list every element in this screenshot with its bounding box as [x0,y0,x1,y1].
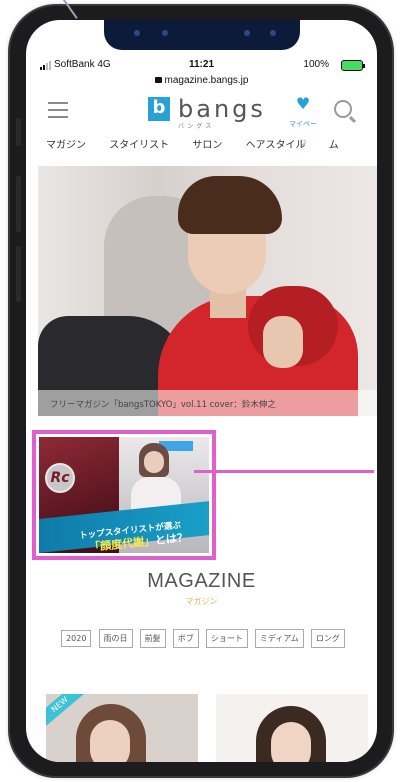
promo-banner[interactable]: Rc トップスタイリストが選ぶ 「顔度代謝」とは？ [32,430,216,560]
promo-logo: Rc [45,463,75,493]
volume-up-button [16,176,21,232]
tag-short[interactable]: ショート [205,629,248,648]
sensor-dot [134,30,140,36]
nav-item-more[interactable]: ム [329,136,339,151]
tag-rainy-day[interactable]: 雨の日 [98,629,133,648]
logo-mark: b [148,97,170,121]
site-logo[interactable]: b bangs バングス [148,95,266,130]
status-bar: SoftBank 4G 11:21 100% [26,58,377,74]
article-thumbnail[interactable]: NEW [46,694,198,762]
sensor-dot [270,30,276,36]
tag-list: 2020 雨の日 前髪 ボブ ショート ミディアム ロング [48,626,358,654]
heart-icon: ♥ [295,94,311,113]
tag-bangs[interactable]: 前髪 [139,629,166,648]
url-text: magazine.bangs.jp [164,75,249,86]
battery-icon [341,60,365,71]
battery-percent: 100% [303,59,329,70]
tag-bob[interactable]: ボブ [172,629,199,648]
menu-icon[interactable] [48,102,68,118]
lock-icon [154,77,162,83]
logo-subtext: バングス [178,123,215,130]
mute-switch [16,118,21,146]
hero-caption: フリーマガジン「bangsTOKYO」vol.11 cover：鈴木伸之 [38,390,377,416]
volume-down-button [16,246,21,302]
promo-portrait [144,451,164,473]
hero-banner[interactable]: フリーマガジン「bangsTOKYO」vol.11 cover：鈴木伸之 [38,166,377,416]
article-thumbnail[interactable] [216,694,368,762]
tag-2020[interactable]: 2020 [61,630,92,647]
nav-item-salon[interactable]: サロン [192,136,222,151]
logo-text: bangs [178,95,266,123]
site-header: b bangs バングス ♥ マイページ [26,94,377,147]
callout-connector [194,470,374,473]
nav-item-stylist[interactable]: スタイリスト [109,136,169,151]
section-subtitle: マガジン [185,597,218,606]
sensor-dot [162,30,168,36]
phone-screen: SoftBank 4G 11:21 100% magazine.bangs.jp… [26,20,377,762]
tag-medium[interactable]: ミディアム [254,629,304,648]
main-nav: マガジン スタイリスト サロン ヘアスタイル ム [46,136,377,156]
tag-long[interactable]: ロング [310,629,345,648]
notch [104,20,300,50]
camera-dot [244,30,250,36]
nav-item-magazine[interactable]: マガジン [46,136,86,151]
section-title: MAGAZINE [147,570,256,592]
search-icon[interactable] [334,100,352,118]
nav-item-hairstyle[interactable]: ヘアスタイル [246,136,306,151]
address-bar[interactable]: magazine.bangs.jp [26,75,377,86]
